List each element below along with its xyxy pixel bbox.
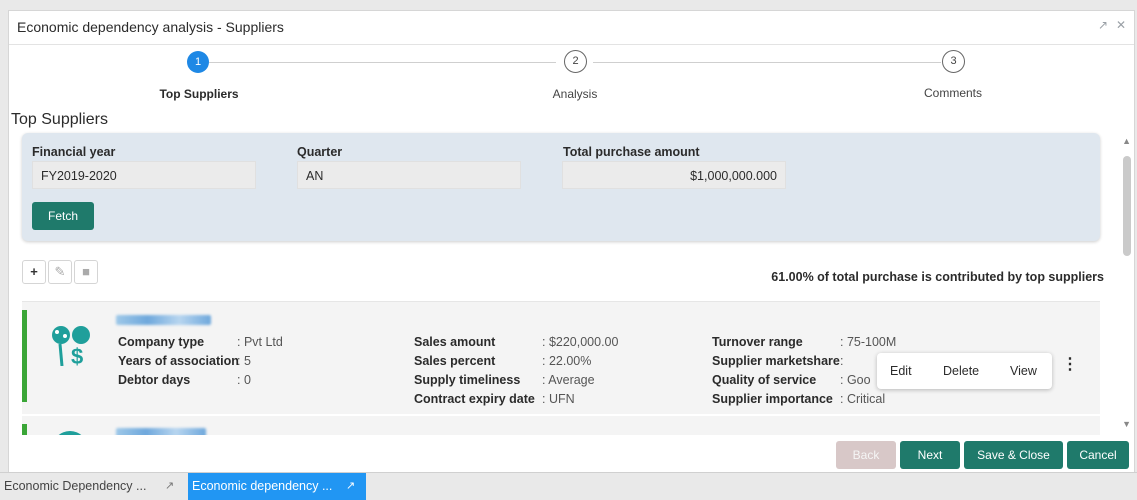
stepper: 1 2 3 Top Suppliers Analysis Comments	[9, 45, 1134, 105]
contract-expiry-value: : UFN	[542, 392, 575, 406]
menu-edit[interactable]: Edit	[890, 364, 912, 378]
svg-text:$: $	[71, 344, 83, 366]
back-button[interactable]: Back	[836, 441, 896, 469]
filter-panel: Financial year FY2019-2020 Quarter AN To…	[22, 133, 1100, 241]
sales-percent-label: Sales percent	[414, 354, 496, 368]
financial-year-field[interactable]: FY2019-2020	[32, 161, 256, 189]
next-button[interactable]: Next	[900, 441, 960, 469]
taskbar-item-label: Economic Dependency ...	[4, 479, 147, 493]
status-bar	[22, 310, 27, 402]
quarter-field[interactable]: AN	[297, 161, 521, 189]
context-menu: Edit Delete View	[877, 353, 1052, 389]
quality-label: Quality of service	[712, 373, 817, 387]
total-purchase-label: Total purchase amount	[563, 145, 700, 159]
turnover-range-value: : 75-100M	[840, 335, 897, 349]
menu-view[interactable]: View	[1010, 364, 1037, 378]
step-connector	[593, 62, 941, 63]
marketshare-value: :	[840, 354, 844, 368]
turnover-range-label: Turnover range	[712, 335, 803, 349]
debtor-days-label: Debtor days	[118, 373, 191, 387]
years-label: Years of association	[118, 354, 239, 368]
step-connector	[209, 62, 556, 63]
supplier-avatar-icon	[52, 431, 88, 435]
save-close-button[interactable]: Save & Close	[964, 441, 1063, 469]
delete-icon[interactable]: ■	[74, 260, 98, 284]
scrollbar-thumb[interactable]	[1123, 156, 1131, 256]
importance-value: : Critical	[840, 392, 886, 406]
taskbar-item-active[interactable]: Economic dependency ... ↗	[188, 473, 366, 500]
step-1-label: Top Suppliers	[159, 87, 239, 101]
financial-year-label: Financial year	[32, 145, 116, 159]
years-value: : 5	[237, 354, 251, 368]
close-icon[interactable]: ✕	[1116, 18, 1126, 32]
taskbar: Economic Dependency ... ↗ Economic depen…	[0, 472, 1137, 500]
step-2-label: Analysis	[552, 87, 598, 101]
supplier-card: $ Company type : Pvt Ltd Years of associ…	[22, 302, 1100, 414]
fetch-button[interactable]: Fetch	[32, 202, 94, 230]
step-1-circle[interactable]: 1	[187, 51, 209, 73]
company-type-value: : Pvt Ltd	[237, 335, 283, 349]
sales-percent-value: : 22.00%	[542, 354, 592, 368]
company-type-label: Company type	[118, 335, 205, 349]
supplier-avatar-icon: $	[52, 326, 90, 366]
quarter-label: Quarter	[297, 145, 343, 159]
taskbar-item[interactable]: Economic Dependency ... ↗	[0, 473, 180, 500]
scroll-down-icon[interactable]: ▼	[1122, 419, 1131, 429]
section-title: Top Suppliers	[11, 111, 108, 128]
supply-timeliness-label: Supply timeliness	[414, 373, 521, 387]
dialog-title: Economic dependency analysis - Suppliers	[17, 19, 284, 35]
debtor-days-value: : 0	[237, 373, 251, 387]
supplier-name-blurred	[116, 315, 211, 325]
step-3-label: Comments	[923, 86, 983, 100]
supplier-name-blurred	[116, 428, 206, 435]
add-icon[interactable]: +	[22, 260, 46, 284]
cancel-button[interactable]: Cancel	[1067, 441, 1129, 469]
scroll-up-icon[interactable]: ▲	[1122, 136, 1131, 146]
expand-icon[interactable]: ↗	[165, 473, 174, 500]
quality-value: : Goo	[840, 373, 871, 387]
marketshare-label: Supplier marketshare	[712, 354, 840, 368]
total-purchase-field[interactable]: $1,000,000.000	[562, 161, 786, 189]
expand-icon[interactable]: ↗	[346, 473, 355, 500]
importance-label: Supplier importance	[712, 392, 833, 406]
supplier-card	[22, 416, 1100, 435]
expand-icon[interactable]: ↗	[1098, 18, 1108, 32]
supply-timeliness-value: : Average	[542, 373, 595, 387]
supplier-list: $ Company type : Pvt Ltd Years of associ…	[22, 301, 1100, 435]
taskbar-item-label: Economic dependency ...	[192, 479, 333, 493]
sales-amount-value: : $220,000.00	[542, 335, 619, 349]
dialog-window: Economic dependency analysis - Suppliers…	[8, 10, 1135, 473]
step-3-circle[interactable]: 3	[942, 50, 965, 73]
menu-delete[interactable]: Delete	[943, 364, 979, 378]
kebab-menu-icon[interactable]: ⋮	[1062, 354, 1078, 374]
contract-expiry-label: Contract expiry date	[414, 392, 535, 406]
step-2-circle[interactable]: 2	[564, 50, 587, 73]
title-bar: Economic dependency analysis - Suppliers…	[9, 11, 1134, 45]
edit-icon[interactable]: ✎	[48, 260, 72, 284]
purchase-summary: 61.00% of total purchase is contributed …	[771, 270, 1104, 284]
status-bar	[22, 424, 27, 435]
sales-amount-label: Sales amount	[414, 335, 496, 349]
